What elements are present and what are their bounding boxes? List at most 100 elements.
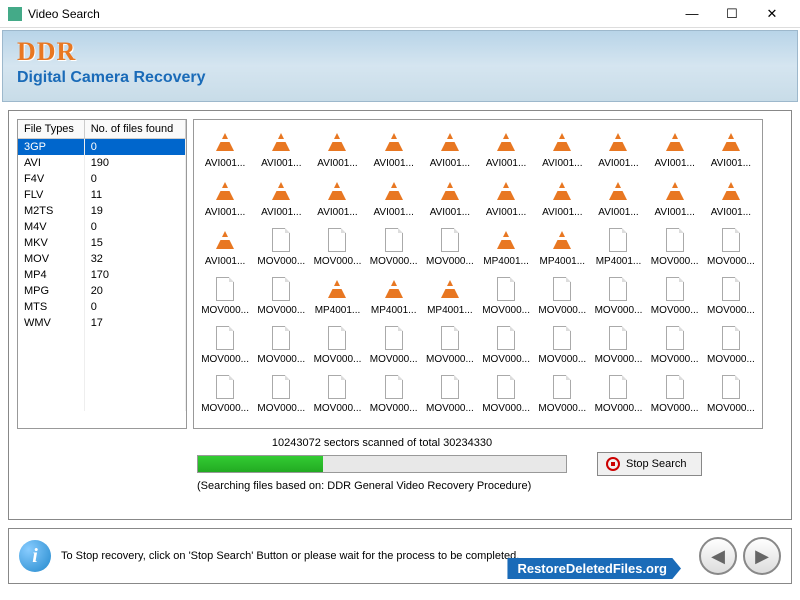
file-item[interactable]: AVI001... bbox=[591, 173, 645, 218]
file-name: MP4001... bbox=[591, 256, 645, 267]
file-count-cell: 32 bbox=[84, 251, 185, 267]
table-row[interactable]: MPG20 bbox=[18, 283, 186, 299]
next-button[interactable]: ▶ bbox=[743, 537, 781, 575]
file-item[interactable]: MOV000... bbox=[479, 320, 533, 365]
file-name: MOV000... bbox=[254, 256, 308, 267]
file-name: MOV000... bbox=[535, 354, 589, 365]
file-item[interactable]: MP4001... bbox=[479, 222, 533, 267]
file-item[interactable]: MOV000... bbox=[535, 320, 589, 365]
file-item[interactable]: AVI001... bbox=[704, 124, 758, 169]
file-item[interactable]: AVI001... bbox=[648, 124, 702, 169]
file-item[interactable]: MOV000... bbox=[535, 271, 589, 316]
file-item[interactable]: MOV000... bbox=[367, 369, 421, 414]
file-item[interactable]: MOV000... bbox=[591, 320, 645, 365]
file-item[interactable]: MOV000... bbox=[535, 369, 589, 414]
table-row[interactable]: MOV32 bbox=[18, 251, 186, 267]
document-icon bbox=[661, 324, 689, 352]
file-item[interactable]: AVI001... bbox=[198, 222, 252, 267]
file-item[interactable]: MOV000... bbox=[310, 222, 364, 267]
col-file-types[interactable]: File Types bbox=[18, 120, 84, 139]
file-item[interactable]: AVI001... bbox=[198, 173, 252, 218]
table-row[interactable]: WMV17 bbox=[18, 315, 186, 331]
file-item[interactable]: MOV000... bbox=[704, 271, 758, 316]
file-name: MOV000... bbox=[423, 403, 477, 414]
file-item[interactable]: MP4001... bbox=[310, 271, 364, 316]
file-item[interactable]: AVI001... bbox=[479, 173, 533, 218]
website-badge[interactable]: RestoreDeletedFiles.org bbox=[507, 558, 681, 579]
file-item[interactable]: MOV000... bbox=[704, 222, 758, 267]
file-item[interactable]: MOV000... bbox=[704, 320, 758, 365]
document-icon bbox=[717, 324, 745, 352]
file-item[interactable]: AVI001... bbox=[254, 124, 308, 169]
table-row[interactable]: MKV15 bbox=[18, 235, 186, 251]
file-item[interactable]: MOV000... bbox=[423, 369, 477, 414]
file-item[interactable]: MOV000... bbox=[198, 369, 252, 414]
document-icon bbox=[380, 324, 408, 352]
table-row[interactable]: AVI190 bbox=[18, 155, 186, 171]
file-item[interactable]: MOV000... bbox=[648, 271, 702, 316]
file-item[interactable]: AVI001... bbox=[479, 124, 533, 169]
file-item[interactable]: AVI001... bbox=[310, 124, 364, 169]
file-item[interactable]: MOV000... bbox=[591, 369, 645, 414]
table-row[interactable]: MTS0 bbox=[18, 299, 186, 315]
file-item[interactable]: AVI001... bbox=[704, 173, 758, 218]
file-name: MOV000... bbox=[254, 354, 308, 365]
col-files-found[interactable]: No. of files found bbox=[84, 120, 185, 139]
table-row[interactable]: M4V0 bbox=[18, 219, 186, 235]
minimize-button[interactable]: — bbox=[672, 0, 712, 28]
file-item[interactable]: MOV000... bbox=[254, 222, 308, 267]
file-item[interactable]: AVI001... bbox=[367, 173, 421, 218]
file-item[interactable]: MOV000... bbox=[310, 320, 364, 365]
file-item[interactable]: MOV000... bbox=[254, 271, 308, 316]
file-type-cell: MP4 bbox=[18, 267, 84, 283]
file-item[interactable]: AVI001... bbox=[254, 173, 308, 218]
close-button[interactable]: ✕ bbox=[752, 0, 792, 28]
table-row[interactable]: FLV11 bbox=[18, 187, 186, 203]
file-item[interactable]: AVI001... bbox=[535, 173, 589, 218]
footer: i To Stop recovery, click on 'Stop Searc… bbox=[8, 528, 792, 584]
file-types-table[interactable]: File Types No. of files found 3GP0AVI190… bbox=[18, 120, 186, 411]
file-item[interactable]: MOV000... bbox=[198, 320, 252, 365]
file-item[interactable]: MOV000... bbox=[310, 369, 364, 414]
file-item[interactable]: MP4001... bbox=[367, 271, 421, 316]
file-item[interactable]: AVI001... bbox=[535, 124, 589, 169]
file-item[interactable]: AVI001... bbox=[591, 124, 645, 169]
file-name: AVI001... bbox=[310, 207, 364, 218]
file-item[interactable]: MOV000... bbox=[648, 320, 702, 365]
file-item[interactable]: AVI001... bbox=[367, 124, 421, 169]
file-item[interactable]: MOV000... bbox=[198, 271, 252, 316]
stop-search-button[interactable]: Stop Search bbox=[597, 452, 702, 476]
document-icon bbox=[492, 373, 520, 401]
file-item[interactable]: MOV000... bbox=[479, 271, 533, 316]
document-icon bbox=[604, 226, 632, 254]
file-item[interactable]: AVI001... bbox=[423, 173, 477, 218]
file-item[interactable]: AVI001... bbox=[310, 173, 364, 218]
video-cone-icon bbox=[436, 128, 464, 156]
file-item[interactable]: AVI001... bbox=[198, 124, 252, 169]
file-item[interactable]: MOV000... bbox=[704, 369, 758, 414]
file-results-panel[interactable]: AVI001...AVI001...AVI001...AVI001...AVI0… bbox=[193, 119, 763, 429]
file-item[interactable]: MOV000... bbox=[367, 320, 421, 365]
file-item[interactable]: MOV000... bbox=[367, 222, 421, 267]
prev-button[interactable]: ◀ bbox=[699, 537, 737, 575]
file-name: AVI001... bbox=[479, 158, 533, 169]
file-item[interactable]: MP4001... bbox=[591, 222, 645, 267]
file-item[interactable]: MOV000... bbox=[423, 320, 477, 365]
file-item[interactable]: AVI001... bbox=[648, 173, 702, 218]
table-row[interactable]: MP4170 bbox=[18, 267, 186, 283]
table-row[interactable]: F4V0 bbox=[18, 171, 186, 187]
file-item[interactable]: AVI001... bbox=[423, 124, 477, 169]
file-item[interactable]: MOV000... bbox=[423, 222, 477, 267]
table-row[interactable]: M2TS19 bbox=[18, 203, 186, 219]
file-item[interactable]: MOV000... bbox=[479, 369, 533, 414]
file-item[interactable]: MP4001... bbox=[423, 271, 477, 316]
file-item[interactable]: MOV000... bbox=[648, 369, 702, 414]
table-row[interactable]: 3GP0 bbox=[18, 139, 186, 156]
file-item[interactable]: MOV000... bbox=[254, 320, 308, 365]
file-item[interactable]: MOV000... bbox=[648, 222, 702, 267]
file-item[interactable]: MOV000... bbox=[254, 369, 308, 414]
file-item[interactable]: MOV000... bbox=[591, 271, 645, 316]
video-cone-icon bbox=[492, 177, 520, 205]
maximize-button[interactable]: ☐ bbox=[712, 0, 752, 28]
file-item[interactable]: MP4001... bbox=[535, 222, 589, 267]
